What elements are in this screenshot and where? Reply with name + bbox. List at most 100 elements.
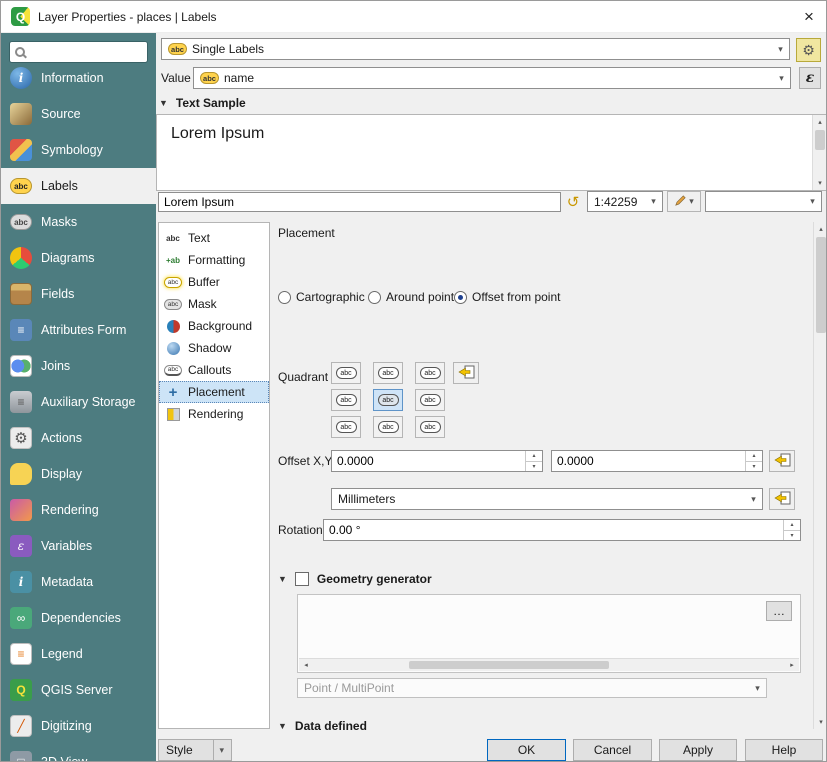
help-button[interactable]: Help: [745, 739, 823, 761]
apply-button[interactable]: Apply: [659, 739, 737, 761]
tab-rendering[interactable]: Rendering: [159, 403, 269, 425]
spin-up-icon[interactable]: ▴: [746, 451, 762, 462]
sidebar-item-information[interactable]: Information: [1, 60, 156, 96]
scrollbar-thumb[interactable]: [815, 130, 825, 150]
spin-up-icon[interactable]: ▴: [526, 451, 542, 462]
scrollbar-thumb[interactable]: [816, 237, 826, 333]
expression-browse-button[interactable]: …: [766, 601, 792, 621]
sidebar-item-rendering[interactable]: Rendering: [1, 492, 156, 528]
spin-up-icon[interactable]: ▴: [784, 520, 800, 531]
offset-x-input[interactable]: [332, 451, 525, 471]
style-menu-button[interactable]: Style ▾: [158, 739, 232, 761]
search-input[interactable]: [30, 45, 142, 59]
sidebar-item-symbology[interactable]: Symbology: [1, 132, 156, 168]
sidebar-item-diagrams[interactable]: Diagrams: [1, 240, 156, 276]
abc-icon: [420, 421, 441, 433]
tab-shadow[interactable]: Shadow: [159, 337, 269, 359]
text-sample-preview[interactable]: Lorem Ipsum ▴ ▾: [156, 114, 827, 191]
quadrant-above-right-button[interactable]: [415, 362, 445, 384]
sidebar-item-metadata[interactable]: Metadata: [1, 564, 156, 600]
sidebar-item-joins[interactable]: Joins: [1, 348, 156, 384]
quadrant-above-button[interactable]: [373, 362, 403, 384]
text-sample-header[interactable]: ▼ Text Sample: [159, 96, 246, 110]
quadrant-left-button[interactable]: [331, 389, 361, 411]
sidebar-item-label: Symbology: [41, 143, 103, 157]
tab-background[interactable]: Background: [159, 315, 269, 337]
radio-around-point[interactable]: Around point: [368, 290, 454, 304]
sidebar-item-legend[interactable]: Legend: [1, 636, 156, 672]
sidebar-item-qgis-server[interactable]: QGIS Server: [1, 672, 156, 708]
quadrant-below-left-button[interactable]: [331, 416, 361, 438]
expander-icon: ▼: [159, 98, 168, 108]
sidebar-item-auxiliary-storage[interactable]: Auxiliary Storage: [1, 384, 156, 420]
sidebar-item-source[interactable]: Source: [1, 96, 156, 132]
tab-text[interactable]: Text: [159, 227, 269, 249]
quadrant-data-defined-button[interactable]: [453, 362, 479, 384]
sidebar-item-digitizing[interactable]: Digitizing: [1, 708, 156, 744]
sidebar-item-dependencies[interactable]: Dependencies: [1, 600, 156, 636]
quadrant-below-right-button[interactable]: [415, 416, 445, 438]
spin-down-icon[interactable]: ▾: [784, 531, 800, 541]
reset-sample-button[interactable]: ↺: [563, 191, 583, 213]
geometry-generator-editor[interactable]: … ◂ ▸: [297, 594, 801, 673]
preview-background-combobox[interactable]: ▾: [705, 191, 822, 212]
expression-builder-button[interactable]: ε: [799, 67, 821, 89]
tab-buffer[interactable]: Buffer: [159, 271, 269, 293]
radio-cartographic[interactable]: Cartographic: [278, 290, 365, 304]
tab-label: Text: [188, 231, 210, 245]
geometry-generator-checkbox[interactable]: [295, 572, 309, 586]
tab-formatting[interactable]: Formatting: [159, 249, 269, 271]
radio-offset-from-point[interactable]: Offset from point: [454, 290, 560, 304]
labeling-mode-combobox[interactable]: Single Labels ▾: [161, 38, 790, 60]
scroll-right-icon[interactable]: ▸: [785, 659, 799, 671]
sidebar-item-fields[interactable]: Fields: [1, 276, 156, 312]
sidebar-item-3d-view[interactable]: 3D View: [1, 744, 156, 762]
sidebar-item-actions[interactable]: Actions: [1, 420, 156, 456]
scroll-up-icon[interactable]: ▴: [813, 115, 827, 129]
quadrant-right-button[interactable]: [415, 389, 445, 411]
sidebar-item-masks[interactable]: Masks: [1, 204, 156, 240]
scroll-down-icon[interactable]: ▾: [813, 176, 827, 190]
dropdown-arrow-icon: ▾: [689, 196, 694, 207]
offset-x-spinbox[interactable]: ▴▾: [331, 450, 543, 472]
sample-text-input[interactable]: [158, 192, 561, 212]
quadrant-below-button[interactable]: [373, 416, 403, 438]
units-data-defined-button[interactable]: [769, 488, 795, 510]
scroll-up-icon[interactable]: ▴: [814, 222, 827, 236]
close-button[interactable]: ×: [792, 1, 826, 32]
data-defined-header[interactable]: ▼ Data defined: [278, 719, 367, 733]
rotation-input[interactable]: [324, 520, 783, 540]
quadrant-above-left-button[interactable]: [331, 362, 361, 384]
cancel-button[interactable]: Cancel: [573, 739, 652, 761]
quadrant-over-button[interactable]: [373, 389, 403, 411]
scroll-down-icon[interactable]: ▾: [814, 715, 827, 729]
automated-placement-settings-button[interactable]: ⚙: [796, 38, 821, 62]
tab-callouts[interactable]: Callouts: [159, 359, 269, 381]
offset-units-combobox[interactable]: Millimeters ▾: [331, 488, 763, 510]
geometry-type-combobox[interactable]: Point / MultiPoint ▾: [297, 678, 767, 698]
preview-scale-combobox[interactable]: 1:42259 ▾: [587, 191, 663, 212]
tab-placement[interactable]: Placement: [159, 381, 269, 403]
masks-icon: [10, 214, 32, 230]
ok-button[interactable]: OK: [487, 739, 566, 761]
offset-data-defined-button[interactable]: [769, 450, 795, 472]
preview-scrollbar[interactable]: ▴ ▾: [812, 115, 827, 190]
sidebar-item-display[interactable]: Display: [1, 456, 156, 492]
scroll-left-icon[interactable]: ◂: [299, 659, 313, 671]
geometry-generator-header[interactable]: ▼ Geometry generator: [278, 572, 432, 586]
sidebar-item-attributes-form[interactable]: Attributes Form: [1, 312, 156, 348]
scrollbar-thumb[interactable]: [409, 661, 609, 669]
dropdown-arrow-icon: ▾: [749, 679, 766, 697]
rotation-spinbox[interactable]: ▴▾: [323, 519, 801, 541]
spin-down-icon[interactable]: ▾: [746, 462, 762, 472]
panel-scrollbar[interactable]: ▴ ▾: [813, 222, 827, 729]
value-field-combobox[interactable]: name ▾: [193, 67, 791, 89]
tab-mask[interactable]: Mask: [159, 293, 269, 315]
spin-down-icon[interactable]: ▾: [526, 462, 542, 472]
sample-text-menu-button[interactable]: ▾: [667, 191, 701, 212]
offset-y-spinbox[interactable]: ▴▾: [551, 450, 763, 472]
offset-y-input[interactable]: [552, 451, 745, 471]
sidebar-item-variables[interactable]: Variables: [1, 528, 156, 564]
sidebar-item-labels[interactable]: Labels: [1, 168, 156, 204]
editor-horizontal-scrollbar[interactable]: ◂ ▸: [299, 658, 799, 671]
